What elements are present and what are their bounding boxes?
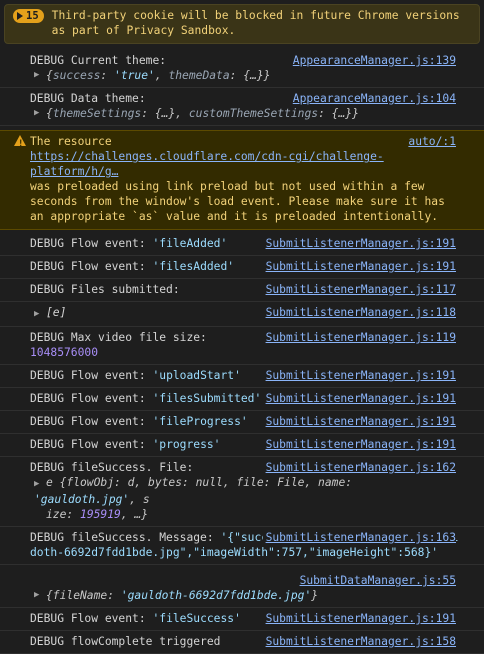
object-size-label: ize: <box>46 508 81 521</box>
log-text: flowComplete triggered <box>70 635 221 648</box>
preload-warning-lead: The resource <box>30 135 112 148</box>
source-link[interactable]: SubmitListenerManager.js:158 <box>266 634 456 649</box>
expand-triangle-icon <box>17 12 23 20</box>
log-text: fileSuccess. File: <box>70 461 194 474</box>
array-preview[interactable]: [e] <box>46 306 66 319</box>
log-level: DEBUG <box>30 461 65 474</box>
log-text: Data theme: <box>70 92 146 105</box>
object-mid: , s <box>129 493 150 506</box>
source-link[interactable]: SubmitListenerManager.js:163 <box>262 530 456 545</box>
log-text: Flow event: <box>70 237 146 250</box>
log-level: DEBUG <box>30 531 65 544</box>
log-level: DEBUG <box>30 635 65 648</box>
log-value: 'uploadStart' <box>152 369 241 382</box>
preload-warning-text: was preloaded using link preload but not… <box>30 180 452 223</box>
source-link[interactable]: SubmitListenerManager.js:191 <box>266 437 456 452</box>
object-end: } <box>311 589 319 602</box>
log-level: DEBUG <box>30 331 65 344</box>
expand-caret-icon[interactable]: ▶ <box>34 106 42 121</box>
log-message: DEBUG Flow event: 'filesSubmitted' Submi… <box>0 388 484 411</box>
source-link[interactable]: SubmitListenerManager.js:118 <box>266 305 456 320</box>
log-text: Flow event: <box>70 438 146 451</box>
source-link[interactable]: SubmitListenerManager.js:117 <box>266 282 456 297</box>
warning-icon: ! <box>14 135 26 149</box>
log-message: ▶ [e] SubmitListenerManager.js:118 <box>0 302 484 327</box>
log-message: DEBUG Flow event: 'uploadStart' SubmitLi… <box>0 365 484 388</box>
object-preview[interactable]: ▶ {success: 'true', themeData: {…}} <box>30 68 460 83</box>
log-value: 'filesAdded' <box>152 260 235 273</box>
log-message: DEBUG flowComplete triggered SubmitListe… <box>0 631 484 654</box>
preload-warning: ! The resource auto/:1 https://challenge… <box>0 130 484 230</box>
log-message: DEBUG Current theme: AppearanceManager.j… <box>0 50 484 88</box>
console-panel: 15 Third-party cookie will be blocked in… <box>0 4 484 654</box>
log-text: Flow event: <box>70 260 146 273</box>
max-video-size-value: 1048576000 <box>30 346 99 359</box>
source-link[interactable]: SubmitListenerManager.js:191 <box>266 236 456 251</box>
log-text: Flow event: <box>70 392 146 405</box>
warning-count-badge[interactable]: 15 <box>13 9 44 23</box>
log-message: DEBUG Files submitted: SubmitListenerMan… <box>0 279 484 302</box>
log-message: DEBUG Data theme: AppearanceManager.js:1… <box>0 88 484 126</box>
log-value: 'fileAdded' <box>152 237 228 250</box>
source-link[interactable]: SubmitListenerManager.js:119 <box>266 330 456 345</box>
log-level: DEBUG <box>30 612 65 625</box>
log-level: DEBUG <box>30 283 65 296</box>
log-message: DEBUG Flow event: 'fileAdded' SubmitList… <box>0 233 484 256</box>
source-link[interactable]: AppearanceManager.js:139 <box>293 53 456 68</box>
log-value: 'filesSubmitted' <box>152 392 262 405</box>
warning-count: 15 <box>26 9 39 22</box>
cookie-warning-group[interactable]: 15 Third-party cookie will be blocked in… <box>4 4 480 44</box>
source-link[interactable]: SubmitDataManager.js:55 <box>300 573 456 588</box>
source-link[interactable]: SubmitListenerManager.js:191 <box>266 414 456 429</box>
log-level: DEBUG <box>30 415 65 428</box>
log-text: Flow event: <box>70 415 146 428</box>
log-message: DEBUG fileSuccess. File: SubmitListenerM… <box>0 457 484 527</box>
log-level: DEBUG <box>30 54 65 67</box>
log-value: 'progress' <box>152 438 221 451</box>
source-link[interactable]: auto/:1 <box>408 134 456 149</box>
log-message: DEBUG Max video file size: SubmitListene… <box>0 327 484 365</box>
log-message: DEBUG Flow event: 'fileSuccess' SubmitLi… <box>0 608 484 631</box>
object-preview[interactable]: ▶ {themeSettings: {…}, customThemeSettin… <box>30 106 460 121</box>
log-level: DEBUG <box>30 438 65 451</box>
log-message: DEBUG Flow event: 'filesAdded' SubmitLis… <box>0 256 484 279</box>
source-link[interactable]: SubmitListenerManager.js:162 <box>266 460 456 475</box>
source-link[interactable]: SubmitListenerManager.js:191 <box>266 368 456 383</box>
log-level: DEBUG <box>30 260 65 273</box>
expand-caret-icon[interactable]: ▶ <box>34 68 42 83</box>
log-level: DEBUG <box>30 92 65 105</box>
object-preview[interactable]: ▶ e {flowObj: d, bytes: null, file: File,… <box>30 475 460 522</box>
expand-caret-icon[interactable]: ▶ <box>34 307 42 322</box>
expand-caret-icon[interactable]: ▶ <box>34 477 42 492</box>
object-end: , …} <box>120 508 149 521</box>
cookie-warning-text: Third-party cookie will be blocked in fu… <box>51 9 467 37</box>
object-name-value: 'gauldoth.jpg' <box>34 493 130 506</box>
log-text: Current theme: <box>70 54 167 67</box>
log-message: DEBUG Flow event: 'progress' SubmitListe… <box>0 434 484 457</box>
log-level: DEBUG <box>30 392 65 405</box>
log-message: DEBUG fileSuccess. Message: '{"success":… <box>0 527 484 565</box>
log-text: Max video file size: <box>70 331 207 344</box>
source-link[interactable]: AppearanceManager.js:104 <box>293 91 456 106</box>
log-message: SubmitDataManager.js:55 ▶ {fileName: 'ga… <box>0 565 484 608</box>
log-text: Flow event: <box>70 369 146 382</box>
object-prefix: {fileName: <box>46 589 121 602</box>
source-link[interactable]: SubmitListenerManager.js:191 <box>266 611 456 626</box>
log-value: 'fileProgress' <box>152 415 248 428</box>
log-text: Files submitted: <box>70 283 180 296</box>
source-link[interactable]: SubmitListenerManager.js:191 <box>266 391 456 406</box>
log-text: fileSuccess. Message: <box>70 531 214 544</box>
resource-url-link[interactable]: https://challenges.cloudflare.com/cdn-cg… <box>30 150 384 178</box>
object-size-value: 195919 <box>80 508 121 521</box>
log-value: 'fileSuccess' <box>152 612 241 625</box>
expand-caret-icon[interactable]: ▶ <box>34 588 42 603</box>
source-link[interactable]: SubmitListenerManager.js:191 <box>266 259 456 274</box>
log-message: DEBUG Flow event: 'fileProgress' SubmitL… <box>0 411 484 434</box>
object-value: 'gauldoth-6692d7fdd1bde.jpg' <box>120 589 312 602</box>
log-text: Flow event: <box>70 612 146 625</box>
object-preview[interactable]: ▶ {fileName: 'gauldoth-6692d7fdd1bde.jpg… <box>30 588 460 603</box>
object-prefix: e {flowObj: d, bytes: null, file: File, … <box>46 476 353 489</box>
log-level: DEBUG <box>30 369 65 382</box>
log-level: DEBUG <box>30 237 65 250</box>
